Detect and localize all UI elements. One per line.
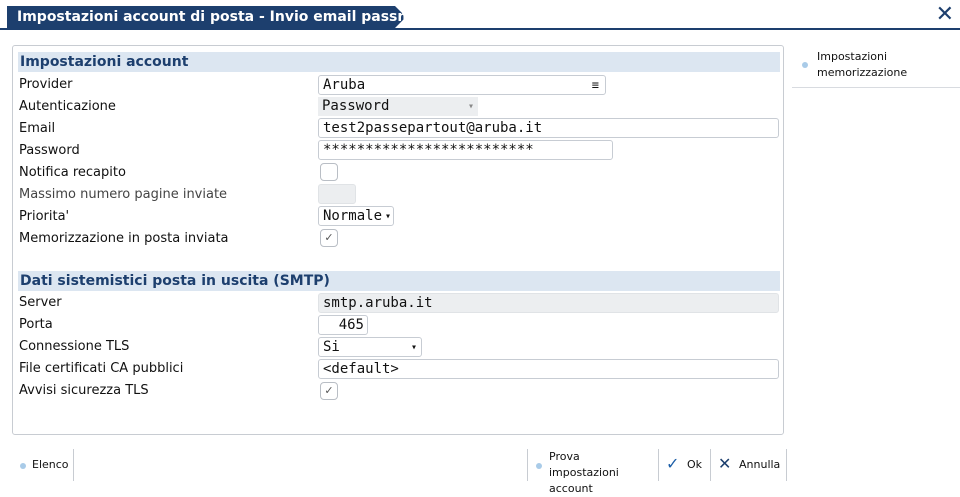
tls-select[interactable]: Si ▾ bbox=[318, 337, 422, 357]
notifica-label: Notifica recapito bbox=[19, 165, 126, 180]
server-label: Server bbox=[19, 295, 62, 310]
section-smtp-title: Dati sistemistici posta in uscita (SMTP) bbox=[18, 271, 780, 291]
notifica-checkbox[interactable] bbox=[320, 163, 338, 181]
check-icon: ✓ bbox=[324, 384, 334, 397]
bullet-icon bbox=[536, 463, 542, 469]
autenticazione-label: Autenticazione bbox=[19, 99, 116, 114]
window-title: Impostazioni account di posta - Invio em… bbox=[7, 6, 405, 28]
certificati-label: File certificati CA pubblici bbox=[19, 361, 184, 376]
bullet-icon bbox=[802, 62, 808, 68]
check-icon: ✓ bbox=[324, 231, 334, 244]
chevron-down-icon: ▾ bbox=[384, 211, 391, 222]
list-icon[interactable]: ≡ bbox=[592, 76, 599, 94]
memorizzazione-checkbox[interactable]: ✓ bbox=[320, 229, 338, 247]
side-action-memorizzazione[interactable]: Impostazioni memorizzazione bbox=[792, 45, 960, 88]
footer-separator bbox=[786, 449, 787, 481]
annulla-label: Annulla bbox=[739, 458, 781, 471]
provider-value: Aruba bbox=[323, 77, 366, 93]
avvisi-label: Avvisi sicurezza TLS bbox=[19, 383, 149, 398]
ok-button[interactable]: ✓ Ok bbox=[660, 449, 708, 481]
side-action-label: Impostazioni memorizzazione bbox=[817, 50, 908, 79]
massimo-field bbox=[318, 184, 356, 204]
autenticazione-select[interactable]: Password ▾ bbox=[318, 97, 478, 116]
footer-separator bbox=[73, 449, 74, 481]
priorita-value: Normale bbox=[323, 208, 383, 224]
porta-field[interactable]: 465 bbox=[318, 315, 368, 335]
chevron-down-icon: ▾ bbox=[410, 342, 417, 353]
autenticazione-value: Password bbox=[322, 98, 390, 114]
close-icon: ✕ bbox=[718, 454, 732, 473]
chevron-down-icon: ▾ bbox=[467, 101, 474, 112]
elenco-button[interactable]: Elenco bbox=[14, 449, 72, 481]
footer-separator bbox=[710, 449, 711, 481]
priorita-label: Priorita' bbox=[19, 209, 70, 224]
certificati-field[interactable]: <default> bbox=[318, 359, 779, 379]
ok-label: Ok bbox=[687, 458, 703, 471]
priorita-select[interactable]: Normale ▾ bbox=[318, 206, 394, 226]
memorizzazione-label: Memorizzazione in posta inviata bbox=[19, 231, 229, 246]
email-field[interactable]: test2passepartout@aruba.it bbox=[318, 118, 779, 138]
footer-separator bbox=[527, 449, 528, 481]
section-account-title: Impostazioni account bbox=[18, 52, 780, 72]
avvisi-checkbox[interactable]: ✓ bbox=[320, 382, 338, 400]
annulla-button[interactable]: ✕ Annulla bbox=[712, 449, 786, 481]
title-underline bbox=[0, 28, 960, 30]
prova-label: Prova impostazioni account bbox=[549, 450, 619, 495]
elenco-label: Elenco bbox=[32, 458, 69, 471]
prova-impostazioni-button[interactable]: Prova impostazioni account bbox=[529, 449, 657, 495]
tls-value: Si bbox=[323, 339, 340, 355]
check-icon: ✓ bbox=[666, 454, 680, 473]
password-field[interactable]: ************************* bbox=[318, 140, 613, 160]
server-field: smtp.aruba.it bbox=[318, 293, 779, 313]
bullet-icon bbox=[20, 463, 26, 469]
footer-separator bbox=[658, 449, 659, 481]
close-icon[interactable]: ✕ bbox=[936, 4, 954, 26]
title-bar: Impostazioni account di posta - Invio em… bbox=[0, 0, 960, 31]
provider-field[interactable]: Aruba ≡ bbox=[318, 75, 606, 95]
porta-label: Porta bbox=[19, 317, 53, 332]
email-label: Email bbox=[19, 121, 56, 136]
password-label: Password bbox=[19, 143, 80, 158]
provider-label: Provider bbox=[19, 77, 73, 92]
tls-label: Connessione TLS bbox=[19, 339, 130, 354]
massimo-label: Massimo numero pagine inviate bbox=[19, 187, 228, 202]
